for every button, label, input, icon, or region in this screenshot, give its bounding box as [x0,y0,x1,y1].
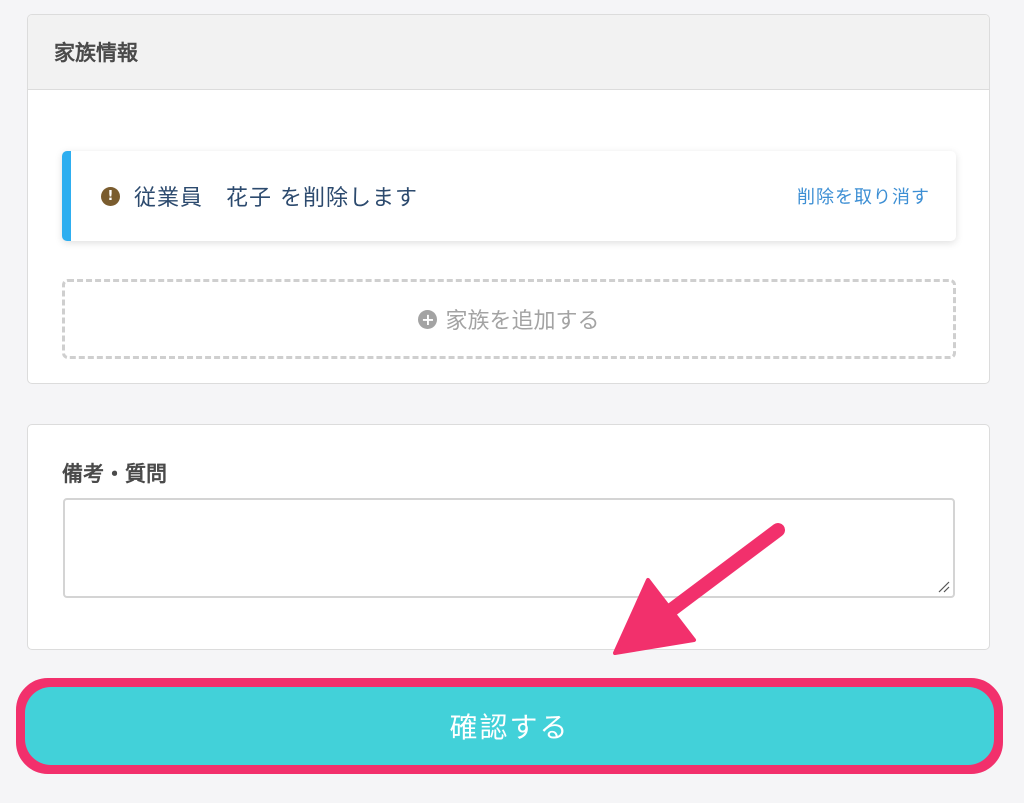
confirm-button-highlight: 確認する [16,678,1003,774]
plus-circle-icon: + [418,309,438,329]
exclamation-circle-icon: ! [101,186,120,206]
add-family-label: 家族を追加する [445,309,600,334]
confirm-button[interactable]: 確認する [25,687,994,765]
delete-notice: ! 従業員 花子 を削除します 削除を取り消す [62,151,956,241]
page: 家族情報 ! 従業員 花子 を削除します 削除を取り消す + 家族を追加する 備… [0,0,1024,803]
notes-card: 備考・質問 [27,424,990,650]
add-family-button[interactable]: + 家族を追加する [62,279,956,359]
delete-notice-message: 従業員 花子 を削除します [134,186,418,211]
family-info-card: 家族情報 ! 従業員 花子 を削除します 削除を取り消す + 家族を追加する [27,14,990,384]
notes-label: 備考・質問 [62,462,167,486]
notes-textarea[interactable] [63,498,955,598]
undo-delete-link[interactable]: 削除を取り消す [797,183,930,209]
family-info-header: 家族情報 [28,15,989,90]
family-info-title: 家族情報 [54,41,138,65]
